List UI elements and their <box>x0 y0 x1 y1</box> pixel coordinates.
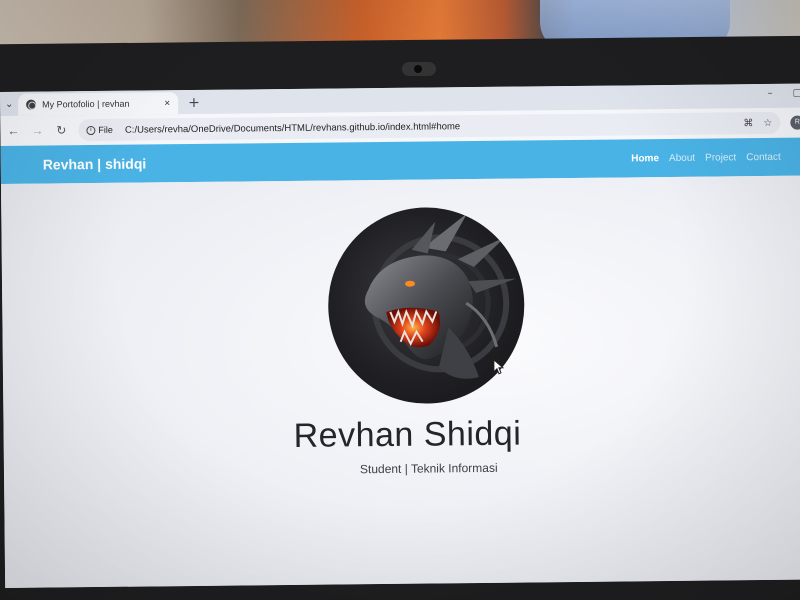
mouse-cursor-icon <box>493 358 505 375</box>
tab-search-button[interactable]: ⌄ <box>0 92 18 116</box>
nav-link-about[interactable]: About <box>669 152 695 163</box>
site-brand[interactable]: Revhan | shidqi <box>43 155 147 172</box>
reload-icon[interactable]: ↻ <box>54 123 68 137</box>
browser-tab[interactable]: My Portofolio | revhan × <box>18 92 179 116</box>
chip-label: File <box>98 124 113 135</box>
hero-subtitle: Student | Teknik Informasi <box>359 460 498 477</box>
nav-links: Home About Project Contact <box>631 151 781 164</box>
info-icon: i <box>86 125 96 135</box>
new-tab-button[interactable]: + <box>188 92 200 114</box>
forward-arrow-icon[interactable]: → <box>30 124 44 138</box>
site-info-chip[interactable]: i File <box>86 125 119 135</box>
hero-section: Revhan Shidqi Student | Teknik Informasi <box>0 175 800 588</box>
globe-icon <box>26 99 37 110</box>
omnibox-icons: ⌘ ☆ <box>743 117 772 128</box>
profile-avatar-image <box>327 206 526 405</box>
minimize-button[interactable]: – <box>768 88 773 99</box>
tab-close-button[interactable]: × <box>164 98 170 109</box>
nav-link-home[interactable]: Home <box>631 153 659 164</box>
tab-title: My Portofolio | revhan <box>42 98 130 110</box>
bookmark-star-icon[interactable]: ☆ <box>763 117 772 128</box>
nav-link-project[interactable]: Project <box>705 152 736 163</box>
restore-button[interactable]: ▢ <box>793 88 800 99</box>
webcam <box>402 62 436 76</box>
window-controls: – ▢ <box>768 88 800 99</box>
url-text[interactable]: C:/Users/revha/OneDrive/Documents/HTML/r… <box>125 118 738 136</box>
omnibox[interactable]: i File C:/Users/revha/OneDrive/Documents… <box>78 111 781 142</box>
hero-name: Revhan Shidqi <box>293 414 522 455</box>
dragon-icon <box>364 213 516 379</box>
back-arrow-icon[interactable]: ← <box>6 124 20 138</box>
translate-icon[interactable]: ⌘ <box>743 118 753 129</box>
laptop-screen: ⌄ My Portofolio | revhan × + – ▢ ← → ↻ i… <box>0 83 800 588</box>
profile-avatar[interactable]: R <box>790 115 800 130</box>
nav-link-contact[interactable]: Contact <box>746 151 781 162</box>
